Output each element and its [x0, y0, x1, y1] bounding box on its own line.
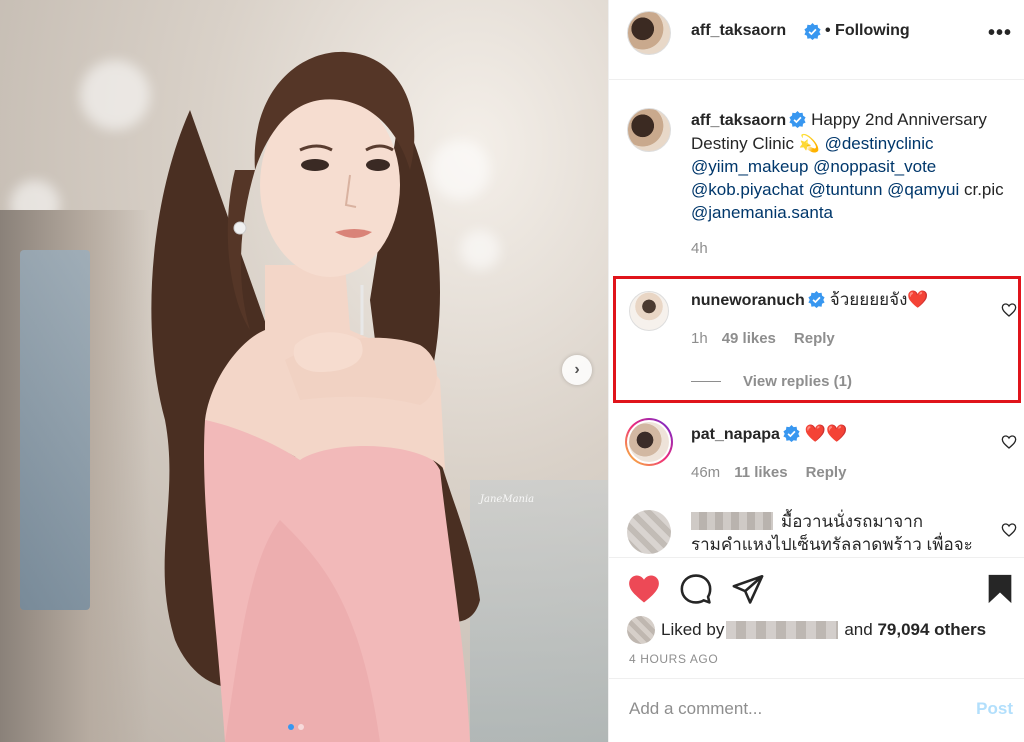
comment-body: ❤️❤️	[804, 424, 848, 443]
comment-username[interactable]: pat_napapa	[691, 426, 780, 443]
author-avatar[interactable]	[627, 108, 671, 152]
mention-link[interactable]: @noppasit_vote	[813, 157, 936, 176]
chevron-right-icon: ›	[574, 361, 580, 378]
comment-input[interactable]	[629, 699, 949, 719]
commenter-avatar	[629, 422, 669, 462]
liked-by-label: Liked by	[661, 620, 725, 639]
follow-button[interactable]: • Following	[825, 22, 910, 40]
caption-text: aff_taksaorn Happy 2nd Anniversary Destin…	[691, 108, 1021, 224]
comment-likes[interactable]: 11 likes	[734, 464, 787, 481]
share-icon[interactable]	[731, 572, 765, 606]
story-ring[interactable]	[625, 418, 673, 466]
comment-body: มื้อวานนั่งรถมาจาก	[781, 512, 924, 531]
mention-link[interactable]: @yiim_makeup	[691, 157, 808, 176]
verified-icon	[789, 111, 806, 128]
comment-icon[interactable]	[679, 572, 713, 606]
liked-by-and: and	[844, 620, 873, 639]
photo-next-button[interactable]: ›	[562, 355, 592, 385]
add-comment-bar: Post	[609, 678, 1024, 742]
comments-list: aff_taksaorn Happy 2nd Anniversary Destin…	[609, 80, 1024, 558]
mention-link[interactable]: @tuntunn	[808, 180, 882, 199]
comment-text: มื้อวานนั่งรถมาจาก รามคำแหงไปเซ็นทรัลลาด…	[691, 510, 991, 556]
post-header: aff_taksaorn • Following •••	[609, 0, 1024, 80]
mention-link[interactable]: @qamyui	[887, 180, 959, 199]
caption: aff_taksaorn Happy 2nd Anniversary Destin…	[609, 80, 1024, 270]
reply-button[interactable]: Reply	[806, 464, 847, 481]
woman-portrait	[151, 51, 480, 742]
more-icon[interactable]: •••	[988, 22, 1012, 45]
post-side-panel: aff_taksaorn • Following ••• aff_taksaor…	[608, 0, 1024, 742]
caption-time[interactable]: 4h	[691, 240, 708, 257]
post-actions: Liked by and 79,094 others 4 HOURS AGO P…	[609, 558, 1024, 742]
comment-item: pat_napapa ❤️❤️ 46m 11 likes Reply	[609, 418, 1024, 498]
post-timestamp[interactable]: 4 HOURS AGO	[629, 652, 718, 666]
post-photo[interactable]: JaneMania ›	[0, 0, 608, 742]
highlight-box	[613, 276, 1021, 403]
blurred-liker-name[interactable]	[726, 621, 839, 639]
comment-text: pat_napapa ❤️❤️	[691, 422, 991, 446]
mention-link[interactable]: @kob.piyachat	[691, 180, 804, 199]
caption-credit: cr.pic	[963, 180, 1004, 199]
comment-body-continued: รามคำแหงไปเซ็นทรัลลาดพร้าว เพื่อจะ	[691, 535, 973, 554]
mention-link[interactable]: @destinyclinic	[825, 134, 934, 153]
comment-meta: 46m 11 likes Reply	[691, 464, 846, 481]
mention-link[interactable]: @janemania.santa	[691, 203, 833, 222]
bookmark-icon[interactable]	[983, 572, 1017, 606]
liked-by: Liked by and 79,094 others	[627, 616, 986, 644]
carousel-dot	[298, 724, 304, 730]
carousel-dot	[288, 724, 294, 730]
author-avatar[interactable]	[627, 11, 671, 55]
verified-icon	[783, 425, 800, 442]
heart-icon[interactable]	[627, 572, 661, 606]
commenter-avatar[interactable]	[627, 510, 671, 554]
caption-username[interactable]: aff_taksaorn	[691, 112, 786, 129]
like-comment-icon[interactable]	[1001, 434, 1017, 450]
blurred-username[interactable]	[691, 512, 773, 530]
liker-avatar[interactable]	[627, 616, 655, 644]
comment-item: มื้อวานนั่งรถมาจาก รามคำแหงไปเซ็นทรัลลาด…	[609, 508, 1024, 557]
likes-others-link[interactable]: 79,094 others	[877, 620, 986, 640]
comment-time[interactable]: 46m	[691, 464, 720, 481]
verified-icon	[804, 23, 821, 40]
photo-watermark: JaneMania	[480, 494, 535, 505]
author-username[interactable]: aff_taksaorn	[691, 22, 786, 40]
carousel-indicator	[288, 724, 304, 730]
like-comment-icon[interactable]	[1001, 522, 1017, 538]
caption-meta: 4h	[691, 240, 722, 257]
post-comment-button[interactable]: Post	[976, 699, 1013, 719]
